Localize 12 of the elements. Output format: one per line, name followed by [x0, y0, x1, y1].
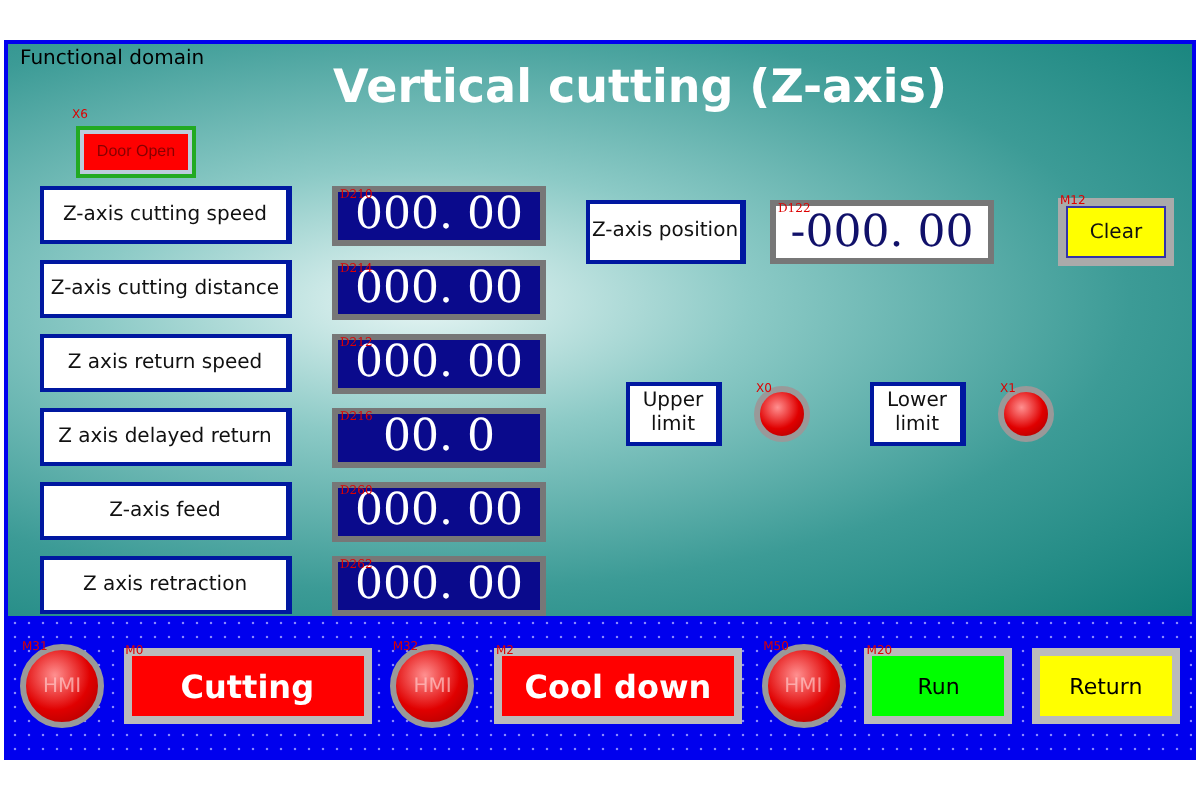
limit-label: Lower limit	[870, 382, 966, 446]
limit-label: Upper limit	[626, 382, 722, 446]
parameter-label: Z axis delayed return	[40, 408, 292, 466]
parameter-label: Z axis retraction	[40, 556, 292, 614]
area-label: Functional domain	[20, 48, 207, 70]
parameter-label: Z-axis feed	[40, 482, 292, 540]
parameter-label: Z-axis cutting distance	[40, 260, 292, 318]
control-button[interactable]: Return	[1031, 648, 1180, 724]
parameter-label: Z axis return speed	[40, 334, 292, 392]
screen-title: Vertical cutting (Z-axis)	[333, 62, 947, 114]
parameter-label: Z-axis cutting speed	[40, 186, 292, 244]
position-label: Z-axis position	[586, 200, 746, 264]
